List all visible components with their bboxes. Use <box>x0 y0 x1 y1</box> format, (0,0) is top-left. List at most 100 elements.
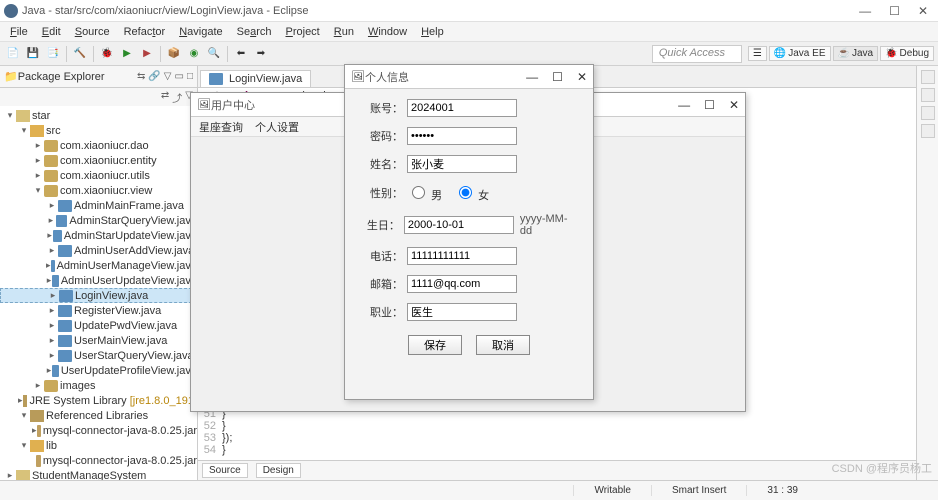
view-menu-icon[interactable]: ▽ <box>164 71 172 82</box>
radio-male[interactable]: 男 <box>407 183 442 203</box>
tree-file[interactable]: AdminUserAddView.java <box>74 245 194 257</box>
label-gender: 性别： <box>363 185 403 201</box>
tree-lib[interactable]: lib <box>46 440 57 452</box>
window-icon: 🖼 <box>351 70 365 83</box>
account-field[interactable] <box>407 99 517 117</box>
save-icon[interactable]: 💾 <box>24 45 42 63</box>
tree-pkg[interactable]: com.xiaoniucr.dao <box>60 140 149 152</box>
menu-edit[interactable]: Edit <box>36 24 67 40</box>
minimize-view-icon[interactable]: ▭ <box>175 71 184 82</box>
menu-refactor[interactable]: Refactor <box>118 24 172 40</box>
build-icon[interactable]: 🔨 <box>71 45 89 63</box>
forward-icon[interactable]: ➡ <box>252 45 270 63</box>
radio-female[interactable]: 女 <box>454 183 489 203</box>
tree-file[interactable]: UserMainView.java <box>74 335 167 347</box>
maximize-icon[interactable]: ☐ <box>552 70 563 84</box>
phone-field[interactable] <box>407 247 517 265</box>
menu-help[interactable]: Help <box>415 24 450 40</box>
tree-file[interactable]: UserStarQueryView.java <box>74 350 194 362</box>
tree-pkg[interactable]: com.xiaoniucr.utils <box>60 170 150 182</box>
close-icon[interactable]: ✕ <box>918 4 928 18</box>
new-package-icon[interactable]: 📦 <box>165 45 183 63</box>
sort-icon[interactable]: ⤴ <box>172 90 182 105</box>
source-tab[interactable]: Source <box>202 463 248 478</box>
new-icon[interactable]: 📄 <box>4 45 22 63</box>
tree-reflib[interactable]: Referenced Libraries <box>46 410 148 422</box>
maximize-icon[interactable]: ☐ <box>704 98 715 112</box>
tree-src[interactable]: src <box>46 125 61 137</box>
open-type-icon[interactable]: 🔍 <box>205 45 223 63</box>
tree-file[interactable]: AdminStarUpdateView.java <box>64 230 197 242</box>
perspective-debug[interactable]: 🐞 Debug <box>880 46 934 61</box>
tree-file[interactable]: AdminUserUpdateView.java <box>61 275 197 287</box>
perspective-java[interactable]: ☕ Java <box>833 46 879 61</box>
open-perspective-button[interactable]: ☰ <box>748 46 767 61</box>
tree-file[interactable]: UserUpdateProfileView.java <box>61 365 197 377</box>
tree-pkg[interactable]: com.xiaoniucr.entity <box>60 155 157 167</box>
status-writable: Writable <box>573 485 651 496</box>
run-icon[interactable]: ▶ <box>118 45 136 63</box>
window-icon: 🖼 <box>197 98 211 111</box>
watermark: CSDN @程序员杨工 <box>832 460 932 476</box>
design-tab[interactable]: Design <box>256 463 301 478</box>
tree-pkg[interactable]: com.xiaoniucr.view <box>60 185 152 197</box>
outline-icon[interactable] <box>921 70 935 84</box>
password-field[interactable] <box>407 127 517 145</box>
menu-xingzuo[interactable]: 星座查询 <box>199 119 243 135</box>
menu-search[interactable]: Search <box>231 24 278 40</box>
link-editor-icon[interactable]: 🔗 <box>148 71 160 82</box>
maximize-icon[interactable]: ☐ <box>889 4 900 18</box>
debug-icon[interactable]: 🐞 <box>98 45 116 63</box>
statusbar: Writable Smart Insert 31 : 39 <box>0 480 938 500</box>
task-list-icon[interactable] <box>921 88 935 102</box>
tree-file[interactable]: AdminUserManageView.java <box>57 260 197 272</box>
collapse-all-icon[interactable]: ⇆ <box>137 71 145 82</box>
tree-file[interactable]: RegisterView.java <box>74 305 161 317</box>
snippets-icon[interactable] <box>921 124 935 138</box>
menu-project[interactable]: Project <box>280 24 326 40</box>
tree-jre[interactable]: JRE System Library [jre1.8.0_191] <box>29 395 197 407</box>
job-field[interactable] <box>407 303 517 321</box>
tree-file[interactable]: AdminStarQueryView.java <box>69 215 197 227</box>
save-all-icon[interactable]: 📑 <box>44 45 62 63</box>
label-phone: 电话： <box>363 248 403 264</box>
tree-jar[interactable]: mysql-connector-java-8.0.25.jar <box>43 425 197 437</box>
editor-tab[interactable]: LoginView.java <box>200 70 311 87</box>
birth-field[interactable] <box>404 216 514 234</box>
menu-file[interactable]: File <box>4 24 34 40</box>
name-field[interactable] <box>407 155 517 173</box>
maximize-view-icon[interactable]: □ <box>187 71 193 82</box>
new-class-icon[interactable]: ◉ <box>185 45 203 63</box>
filter-icon[interactable]: ⇄ <box>161 90 169 105</box>
email-field[interactable] <box>407 275 517 293</box>
minimize-icon[interactable]: — <box>526 70 538 84</box>
back-icon[interactable]: ⬅ <box>232 45 250 63</box>
menu-window[interactable]: Window <box>362 24 413 40</box>
minimize-icon[interactable]: — <box>859 4 871 18</box>
tree-project[interactable]: StudentManageSystem <box>32 470 146 481</box>
problems-icon[interactable] <box>921 106 935 120</box>
menu-personal[interactable]: 个人设置 <box>255 119 299 135</box>
tree-file-selected[interactable]: LoginView.java <box>75 290 148 302</box>
menu-navigate[interactable]: Navigate <box>173 24 228 40</box>
perspective-java-ee[interactable]: 🌐 Java EE <box>769 46 831 61</box>
toolbar: 📄 💾 📑 🔨 🐞 ▶ ▶ 📦 ◉ 🔍 ⬅ ➡ Quick Access ☰ 🌐… <box>0 42 938 66</box>
personal-info-dialog: 🖼 个人信息 — ☐ ✕ 账号： 密码： 姓名： 性别： 男 女 生日：yyyy… <box>344 64 594 400</box>
menu-run[interactable]: Run <box>328 24 360 40</box>
ext-tools-icon[interactable]: ▶ <box>138 45 156 63</box>
save-button[interactable]: 保存 <box>408 335 462 355</box>
menu-source[interactable]: Source <box>69 24 116 40</box>
tree-file[interactable]: AdminMainFrame.java <box>74 200 184 212</box>
tree-jar[interactable]: mysql-connector-java-8.0.25.jar <box>43 455 197 467</box>
tree-images[interactable]: images <box>60 380 95 392</box>
app-icon <box>4 4 18 18</box>
label-birth: 生日： <box>363 217 400 233</box>
cancel-button[interactable]: 取消 <box>476 335 530 355</box>
tree-file[interactable]: UpdatePwdView.java <box>74 320 177 332</box>
quick-access-input[interactable]: Quick Access <box>652 45 742 63</box>
tree-project[interactable]: star <box>32 110 50 122</box>
close-icon[interactable]: ✕ <box>577 70 587 84</box>
project-tree[interactable]: ▾star ▾src ▸com.xiaoniucr.dao ▸com.xiaon… <box>0 106 197 480</box>
close-icon[interactable]: ✕ <box>729 98 739 112</box>
minimize-icon[interactable]: — <box>678 98 690 112</box>
